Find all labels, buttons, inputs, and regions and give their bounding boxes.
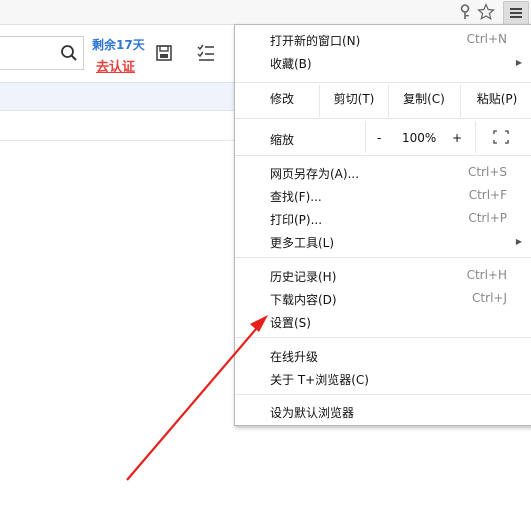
annotation-arrow-icon	[126, 315, 268, 481]
